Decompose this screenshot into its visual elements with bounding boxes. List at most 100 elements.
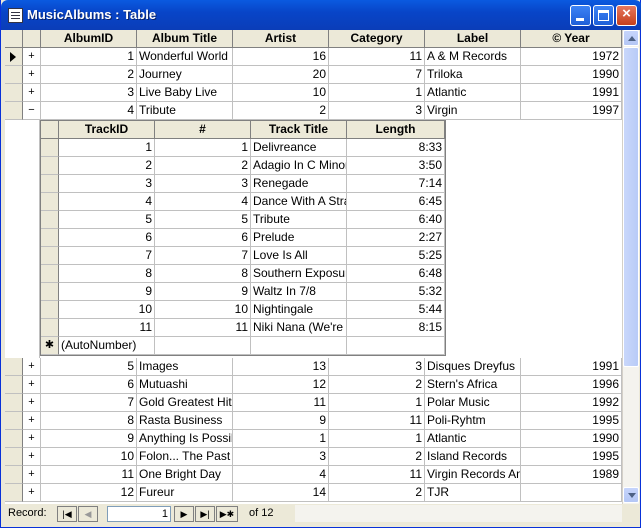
label-cell[interactable]: A & M Records — [425, 48, 521, 66]
horizontal-scrollbar[interactable] — [295, 505, 622, 522]
next-record-button[interactable]: ▶ — [174, 506, 194, 522]
autonumber-cell[interactable]: (AutoNumber) — [59, 337, 155, 355]
record-selector[interactable] — [5, 48, 23, 66]
column-header-albumid[interactable]: AlbumID — [41, 30, 137, 48]
category-cell[interactable]: 1 — [329, 394, 425, 412]
previous-record-button[interactable]: ◀ — [78, 506, 98, 522]
artist-cell[interactable]: 3 — [233, 448, 329, 466]
maximize-button[interactable] — [593, 5, 614, 26]
category-cell[interactable]: 11 — [329, 412, 425, 430]
sub-record-selector[interactable] — [41, 283, 59, 301]
label-cell[interactable]: Stern's Africa — [425, 376, 521, 394]
new-record-button[interactable]: ▶✱ — [216, 506, 238, 522]
close-button[interactable]: × — [616, 5, 637, 26]
track-title-cell[interactable]: Renegade — [251, 175, 347, 193]
record-selector[interactable] — [5, 102, 23, 120]
new-record-marker[interactable]: ✱ — [41, 337, 59, 355]
sub-record-selector[interactable] — [41, 229, 59, 247]
album-title-cell[interactable]: Gold Greatest Hits — [137, 394, 233, 412]
track-title-cell[interactable]: Adagio In C Minor — [251, 157, 347, 175]
label-cell[interactable]: Island Records — [425, 448, 521, 466]
track-title-cell[interactable]: Southern Exposure — [251, 265, 347, 283]
track-length-cell[interactable]: 3:50 — [347, 157, 445, 175]
artist-cell[interactable]: 9 — [233, 412, 329, 430]
track-title-cell[interactable]: Nightingale — [251, 301, 347, 319]
trackid-cell[interactable]: 5 — [59, 211, 155, 229]
expand-toggle[interactable]: + — [23, 66, 41, 84]
year-cell[interactable]: 1995 — [521, 448, 622, 466]
category-cell[interactable]: 1 — [329, 430, 425, 448]
track-number-cell[interactable]: 9 — [155, 283, 251, 301]
album-title-cell[interactable]: Tribute — [137, 102, 233, 120]
current-record-field[interactable]: 1 — [107, 506, 171, 522]
track-title-cell[interactable]: Love Is All — [251, 247, 347, 265]
year-cell[interactable]: 1992 — [521, 394, 622, 412]
track-number-cell[interactable]: 4 — [155, 193, 251, 211]
track-length-cell[interactable]: 6:48 — [347, 265, 445, 283]
track-title-cell[interactable]: Niki Nana (We're One) — [251, 319, 347, 337]
label-cell[interactable]: Triloka — [425, 66, 521, 84]
albumid-cell[interactable]: 2 — [41, 66, 137, 84]
category-cell[interactable]: 1 — [329, 84, 425, 102]
title-bar[interactable]: MusicAlbums : Table × — [1, 0, 641, 30]
vertical-scrollbar[interactable] — [622, 30, 639, 504]
album-title-cell[interactable]: Live Baby Live — [137, 84, 233, 102]
artist-cell[interactable]: 2 — [233, 102, 329, 120]
year-cell[interactable]: 1990 — [521, 66, 622, 84]
track-number-cell[interactable]: 3 — [155, 175, 251, 193]
album-title-cell[interactable]: One Bright Day — [137, 466, 233, 484]
year-cell[interactable]: 1991 — [521, 84, 622, 102]
expand-toggle[interactable]: + — [23, 412, 41, 430]
new-title-cell[interactable] — [251, 337, 347, 355]
column-header-artist[interactable]: Artist — [233, 30, 329, 48]
year-cell[interactable]: 1991 — [521, 358, 622, 376]
record-selector[interactable] — [5, 358, 23, 376]
albumid-cell[interactable]: 12 — [41, 484, 137, 502]
category-cell[interactable]: 3 — [329, 358, 425, 376]
artist-cell[interactable]: 1 — [233, 430, 329, 448]
albumid-cell[interactable]: 11 — [41, 466, 137, 484]
expand-toggle[interactable]: + — [23, 430, 41, 448]
albumid-cell[interactable]: 8 — [41, 412, 137, 430]
expand-toggle[interactable]: + — [23, 84, 41, 102]
track-number-cell[interactable]: 11 — [155, 319, 251, 337]
sub-record-selector[interactable] — [41, 265, 59, 283]
category-cell[interactable]: 2 — [329, 484, 425, 502]
category-cell[interactable]: 11 — [329, 48, 425, 66]
artist-cell[interactable]: 10 — [233, 84, 329, 102]
scroll-up-button[interactable] — [623, 30, 639, 46]
first-record-button[interactable]: |◀ — [57, 506, 77, 522]
artist-cell[interactable]: 11 — [233, 394, 329, 412]
trackid-cell[interactable]: 7 — [59, 247, 155, 265]
sub-record-selector[interactable] — [41, 193, 59, 211]
albumid-cell[interactable]: 10 — [41, 448, 137, 466]
album-title-cell[interactable]: Mutuashi — [137, 376, 233, 394]
trackid-cell[interactable]: 3 — [59, 175, 155, 193]
new-number-cell[interactable] — [155, 337, 251, 355]
minimize-button[interactable] — [570, 5, 591, 26]
track-number-cell[interactable]: 10 — [155, 301, 251, 319]
year-cell[interactable]: 1989 — [521, 466, 622, 484]
label-cell[interactable]: TJR — [425, 484, 521, 502]
label-cell[interactable]: Atlantic — [425, 84, 521, 102]
year-cell[interactable]: 1995 — [521, 412, 622, 430]
album-title-cell[interactable]: Images — [137, 358, 233, 376]
trackid-cell[interactable]: 4 — [59, 193, 155, 211]
album-title-cell[interactable]: Fureur — [137, 484, 233, 502]
category-cell[interactable]: 7 — [329, 66, 425, 84]
column-header-album-title[interactable]: Album Title — [137, 30, 233, 48]
label-cell[interactable]: Atlantic — [425, 430, 521, 448]
sub-column-header-track-title[interactable]: Track Title — [251, 121, 347, 139]
label-cell[interactable]: Disques Dreyfus — [425, 358, 521, 376]
label-cell[interactable]: Virgin — [425, 102, 521, 120]
artist-cell[interactable]: 14 — [233, 484, 329, 502]
corner-selector[interactable] — [5, 30, 23, 48]
track-length-cell[interactable]: 6:40 — [347, 211, 445, 229]
record-selector[interactable] — [5, 66, 23, 84]
albumid-cell[interactable]: 7 — [41, 394, 137, 412]
trackid-cell[interactable]: 9 — [59, 283, 155, 301]
label-cell[interactable]: Polar Music — [425, 394, 521, 412]
expand-toggle[interactable]: + — [23, 448, 41, 466]
record-selector[interactable] — [5, 376, 23, 394]
record-selector[interactable] — [5, 430, 23, 448]
